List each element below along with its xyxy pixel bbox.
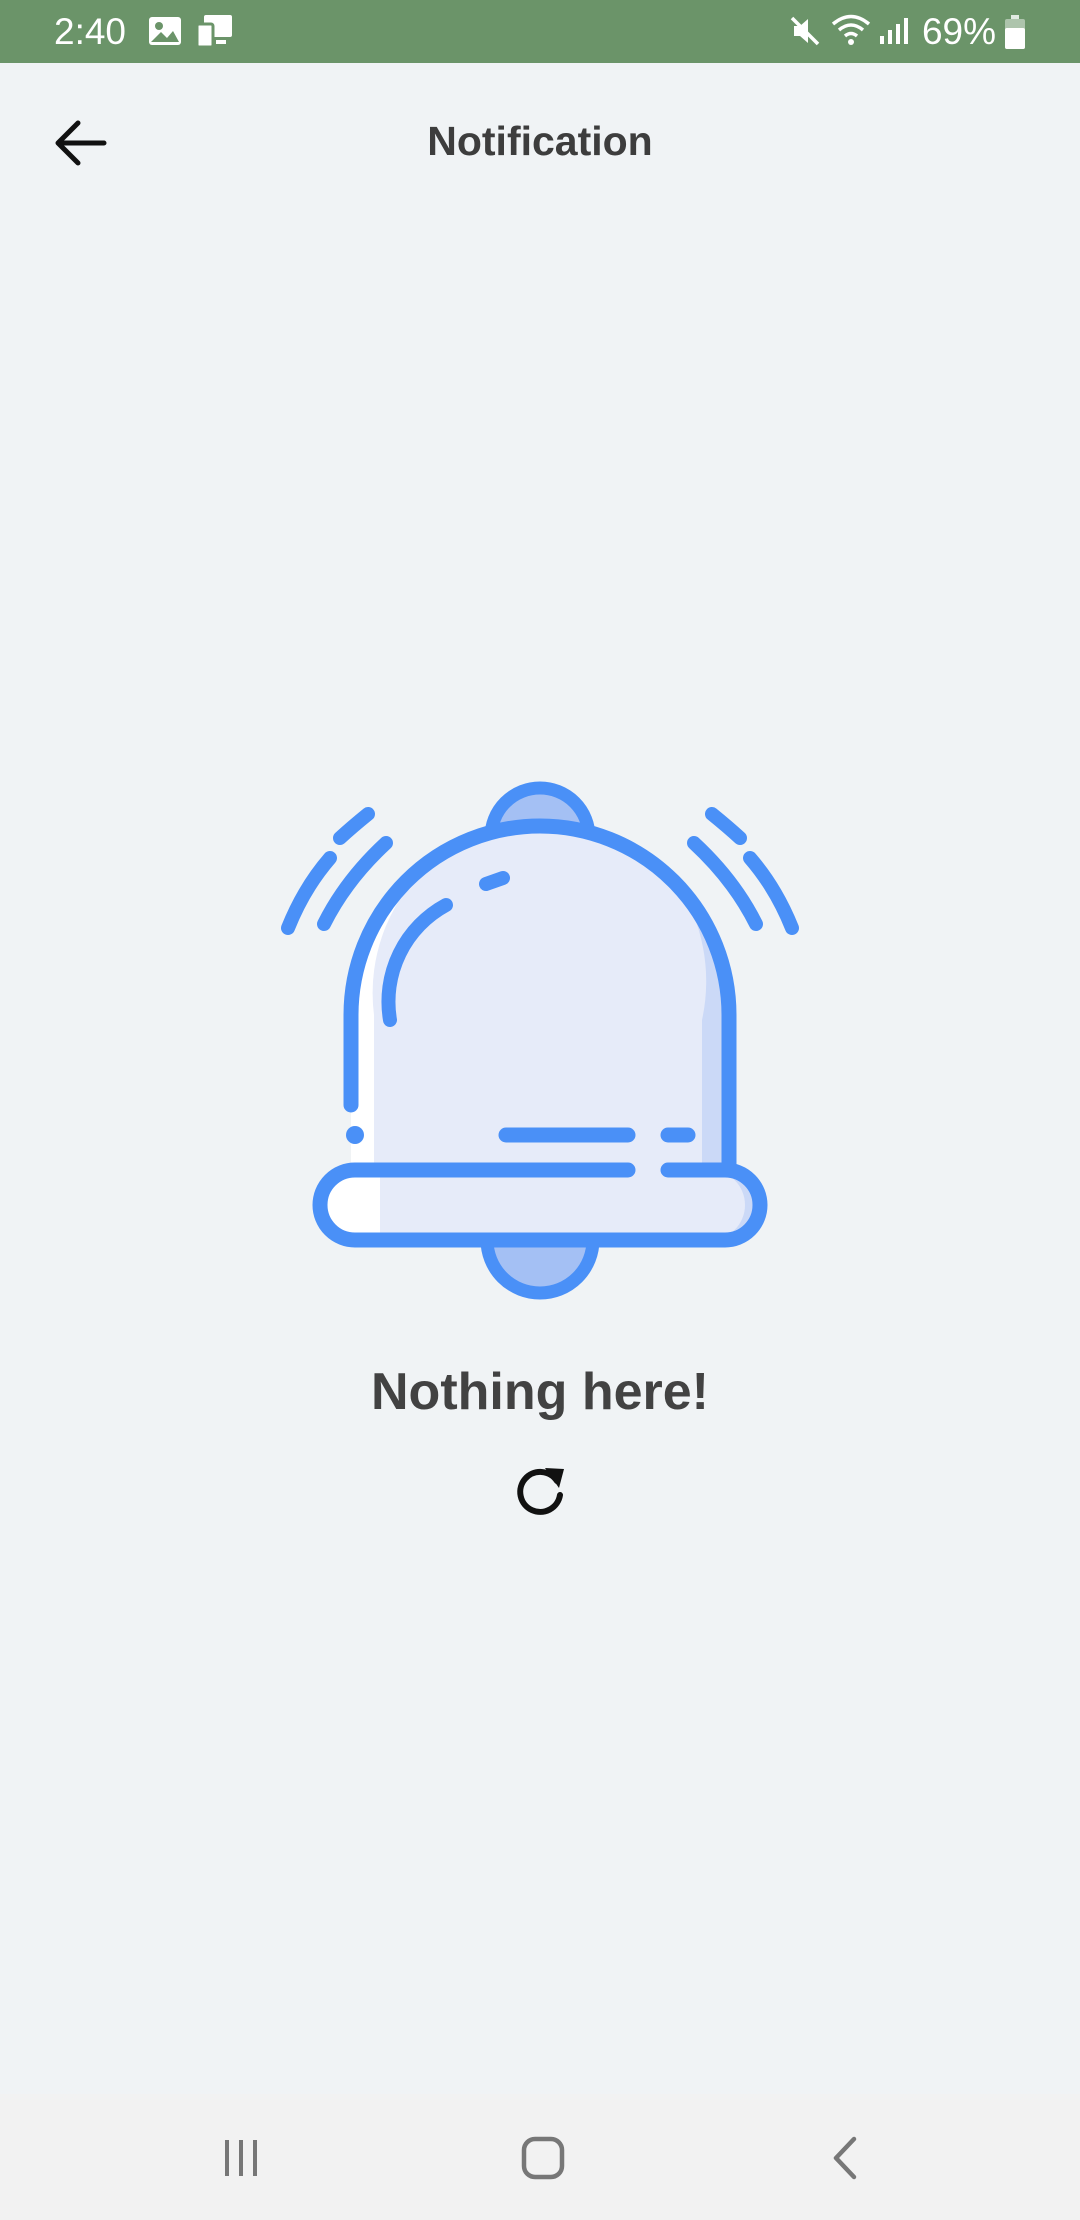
status-bar: 2:40 69%	[0, 0, 1080, 63]
wifi-icon	[830, 12, 872, 53]
app-bar: Notification	[0, 63, 1080, 213]
signal-icon	[878, 16, 910, 51]
navigation-bar	[0, 2094, 1080, 2220]
bell-icon	[270, 770, 810, 1310]
home-icon	[521, 2136, 565, 2180]
gallery-icon	[148, 16, 182, 51]
chevron-left-icon	[833, 2136, 857, 2180]
battery-icon	[1004, 14, 1026, 55]
recents-button[interactable]	[196, 2118, 286, 2198]
refresh-button[interactable]	[506, 1456, 574, 1524]
empty-state-message: Nothing here!	[371, 1363, 709, 1421]
mute-icon	[788, 14, 822, 53]
refresh-icon	[517, 1468, 564, 1515]
page-title: Notification	[427, 118, 653, 164]
recents-icon	[225, 2140, 257, 2176]
screen-mirror-icon	[195, 14, 234, 53]
battery-percentage: 69%	[921, 11, 996, 52]
nav-back-button[interactable]	[800, 2118, 890, 2198]
notification-screen: 2:40 69% Notification Nothing here!	[0, 0, 1080, 2220]
status-time: 2:40	[54, 11, 127, 52]
home-button[interactable]	[498, 2118, 588, 2198]
